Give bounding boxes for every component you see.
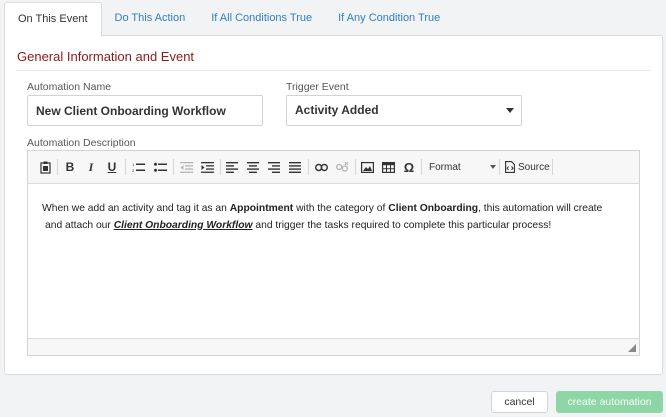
trigger-event-value: Activity Added (295, 103, 379, 117)
automation-description-label: Automation Description (27, 137, 136, 149)
resize-handle-icon[interactable] (628, 344, 636, 352)
editor-content[interactable]: When we add an activity and tag it as an… (28, 184, 639, 234)
description-line-2: and attach our Client Onboarding Workflo… (45, 219, 552, 231)
format-dropdown[interactable]: Format (429, 158, 496, 176)
underline-icon[interactable]: U (104, 158, 120, 176)
section-divider (17, 70, 650, 71)
table-icon[interactable] (380, 158, 396, 176)
editor-toolbar: B I U 12 Ω Format Source (28, 151, 639, 184)
toolbar-separator (57, 159, 58, 175)
source-button[interactable]: Source (505, 158, 550, 176)
toolbar-separator (552, 159, 553, 175)
italic-icon[interactable]: I (83, 158, 99, 176)
unlink-icon[interactable] (334, 158, 350, 176)
tab-if-any-condition-true[interactable]: If Any Condition True (325, 2, 453, 37)
align-justify-icon[interactable] (287, 158, 303, 176)
rich-text-editor: B I U 12 Ω Format Source When we add an … (27, 150, 640, 356)
svg-text:1: 1 (132, 162, 135, 167)
editor-statusbar (28, 338, 639, 355)
align-center-icon[interactable] (245, 158, 261, 176)
svg-text:2: 2 (132, 168, 135, 173)
toolbar-separator (421, 159, 422, 175)
workflow-link-text: Client Onboarding Workflow (113, 219, 253, 231)
trigger-event-label: Trigger Event (286, 81, 349, 93)
image-icon[interactable] (359, 158, 375, 176)
bold-icon[interactable]: B (62, 158, 78, 176)
toolbar-separator (220, 159, 221, 175)
align-right-icon[interactable] (266, 158, 282, 176)
create-automation-button[interactable]: create automation (556, 391, 663, 413)
format-dropdown-label: Format (429, 161, 461, 173)
tab-if-all-conditions-true[interactable]: If All Conditions True (198, 2, 325, 37)
description-line-1: When we add an activity and tag it as an… (42, 203, 603, 214)
source-icon (505, 161, 515, 173)
numbered-list-icon[interactable]: 12 (130, 158, 146, 176)
toolbar-separator (125, 159, 126, 175)
special-character-icon[interactable]: Ω (401, 158, 417, 176)
align-left-icon[interactable] (224, 158, 240, 176)
cancel-button[interactable]: cancel (491, 391, 548, 413)
toolbar-separator (355, 159, 356, 175)
automation-name-input[interactable] (27, 95, 263, 126)
source-button-label: Source (518, 161, 550, 173)
tab-on-this-event[interactable]: On This Event (4, 2, 102, 37)
link-icon[interactable] (313, 158, 329, 176)
tab-do-this-action[interactable]: Do This Action (102, 2, 199, 37)
indent-icon[interactable] (199, 158, 215, 176)
automation-name-label: Automation Name (27, 81, 112, 93)
chevron-down-icon (506, 108, 514, 113)
toolbar-separator (308, 159, 309, 175)
event-panel: General Information and Event Automation… (4, 35, 663, 375)
outdent-icon[interactable] (178, 158, 194, 176)
chevron-down-icon (490, 165, 496, 169)
bulleted-list-icon[interactable] (152, 158, 168, 176)
toolbar-separator (499, 159, 500, 175)
trigger-event-select[interactable]: Activity Added (286, 95, 522, 126)
toolbar-separator (173, 159, 174, 175)
paste-from-word-icon[interactable] (38, 158, 54, 176)
tab-bar: On This Event Do This Action If All Cond… (4, 2, 453, 37)
section-title: General Information and Event (17, 49, 195, 64)
